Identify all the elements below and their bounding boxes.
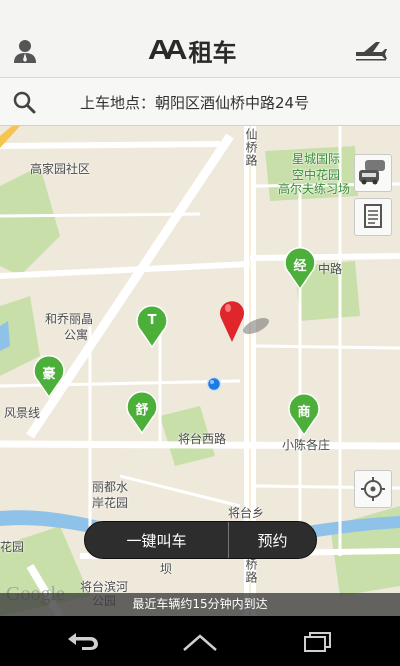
- map-label-xiqiao: 桥路: [244, 558, 258, 584]
- one-click-call-button[interactable]: 一键叫车: [85, 522, 228, 558]
- car-pin-label: 商: [297, 405, 311, 420]
- car-pin-comfort[interactable]: 舒: [125, 390, 159, 435]
- traffic-button[interactable]: [354, 154, 392, 192]
- car-pin-label: T: [147, 313, 157, 328]
- action-bar: 一键叫车 预约: [84, 521, 317, 559]
- car-pin-taxi[interactable]: T: [135, 304, 169, 349]
- map-label-jiangtai: 将台西路: [178, 432, 227, 446]
- car-pin-label: 舒: [135, 403, 149, 418]
- logo-name: 租车: [188, 38, 237, 67]
- map-label-jiangtaixiang: 将台乡: [228, 506, 265, 520]
- pickup-pin-icon[interactable]: [216, 298, 272, 348]
- map-label-lidu: 丽都水: [92, 480, 129, 494]
- order-list-button[interactable]: [354, 198, 392, 236]
- recent-apps-icon[interactable]: [298, 630, 338, 652]
- map-label-gongyu: 公寓: [64, 328, 89, 342]
- map-label-heqiao: 和乔丽晶: [45, 312, 94, 326]
- search-icon[interactable]: [12, 90, 36, 114]
- reserve-button[interactable]: 预约: [229, 522, 316, 558]
- airplane-icon[interactable]: [354, 40, 388, 62]
- current-location-icon: [206, 376, 222, 392]
- map-label-xingcheng: 星城国际: [292, 152, 341, 166]
- locate-button[interactable]: [354, 470, 392, 508]
- map-label-bank: 坝: [160, 562, 173, 576]
- pickup-location-bar[interactable]: 上车地点：朝阳区酒仙桥中路24号: [0, 78, 400, 126]
- car-pin-business[interactable]: 商: [287, 392, 321, 437]
- pickup-location-text: 上车地点：朝阳区酒仙桥中路24号: [80, 94, 310, 112]
- car-pin-economy[interactable]: 经: [283, 246, 317, 291]
- back-icon[interactable]: [62, 630, 102, 652]
- eta-status-text: 最近车辆约15分钟内到达: [0, 593, 400, 616]
- map-label-fengjing: 风景线: [4, 406, 41, 420]
- car-pin-label: 经: [293, 259, 307, 274]
- system-nav-bar: [0, 616, 400, 666]
- user-icon[interactable]: [12, 38, 38, 64]
- car-pin-luxury[interactable]: 豪: [32, 354, 66, 399]
- document-list-icon: [364, 204, 382, 228]
- car-pin-label: 豪: [42, 367, 56, 382]
- map-label-xiaochen: 小陈各庄: [282, 438, 331, 452]
- map-label-luhua: 岸花园: [92, 496, 129, 510]
- locate-icon: [361, 477, 385, 501]
- home-icon[interactable]: [180, 630, 220, 652]
- map-label-gaoerfu: 高尔夫练习场: [278, 182, 351, 196]
- map-label-jiuxianqiao: 仙桥路: [244, 128, 258, 167]
- car-traffic-icon: [359, 160, 385, 185]
- title-bar: AA 租车: [0, 0, 400, 78]
- app-logo: AA 租车: [147, 34, 237, 67]
- map-label-huayuan: 花园: [0, 540, 25, 554]
- map-label-zhonglu: 中路: [318, 262, 343, 276]
- logo-mark: AA: [147, 34, 188, 65]
- map-label-gaojiayuan: 高家园社区: [30, 162, 91, 176]
